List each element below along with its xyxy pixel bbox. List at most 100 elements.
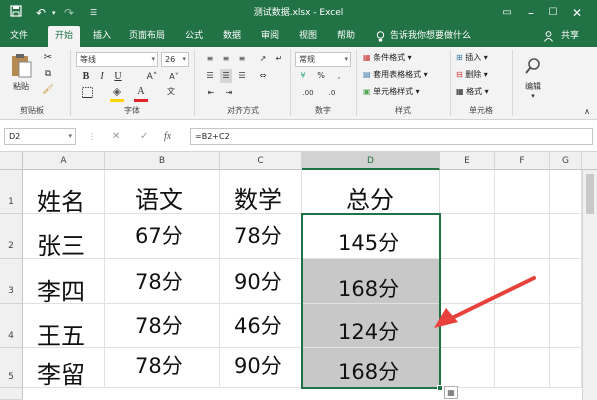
chevron-down-icon[interactable]: ▾ — [182, 53, 186, 66]
align-left-icon[interactable]: ☰ — [204, 69, 216, 83]
format-cells-button[interactable]: ▦ 格式 ▾ — [456, 85, 489, 99]
tab-page-layout[interactable]: 页面布局 — [124, 26, 170, 47]
copy-icon[interactable]: ⧉ — [42, 67, 54, 81]
cell-f2[interactable] — [495, 214, 550, 259]
column-header-c[interactable]: C — [220, 152, 302, 170]
chevron-down-icon[interactable]: ▾ — [151, 53, 155, 66]
cell-a2[interactable]: 张三 — [23, 214, 105, 260]
select-all-corner[interactable] — [0, 152, 23, 170]
font-size-combo[interactable]: 26 ▾ — [161, 52, 189, 67]
italic-button[interactable]: I — [96, 70, 108, 84]
bold-button[interactable]: B — [80, 70, 92, 84]
maximize-button[interactable]: ☐ — [542, 3, 564, 23]
center-icon[interactable]: ☰ — [220, 69, 232, 83]
cell-c3[interactable]: 90分 — [220, 259, 302, 304]
paste-button[interactable]: 粘贴 — [8, 53, 34, 92]
cell-a4[interactable]: 王五 — [23, 304, 105, 350]
cell-a3[interactable]: 李四 — [23, 259, 105, 306]
cell-d3[interactable]: 168分 — [302, 259, 440, 304]
cell-a1[interactable]: 姓名 — [23, 170, 105, 216]
currency-format-icon[interactable]: ¥ — [296, 69, 310, 83]
tell-me-search[interactable]: 告诉我你想要做什么 — [390, 26, 490, 47]
editing-button[interactable]: 编辑 ▾ — [518, 57, 548, 100]
column-header-e[interactable]: E — [440, 152, 495, 170]
cell-d2[interactable]: 145分 — [302, 214, 440, 259]
tab-help[interactable]: 帮助 — [332, 26, 360, 47]
top-align-icon[interactable]: ≡ — [204, 52, 216, 66]
borders-icon[interactable] — [80, 87, 94, 103]
cell-d4[interactable]: 124分 — [302, 304, 440, 348]
format-painter-icon[interactable]: 🖌 — [42, 83, 54, 97]
cell-styles-button[interactable]: ▣ 单元格样式 ▾ — [363, 85, 420, 99]
increase-indent-icon[interactable]: ⇥ — [222, 86, 236, 100]
cell-c5[interactable]: 90分 — [220, 348, 302, 388]
tab-view[interactable]: 视图 — [294, 26, 322, 47]
minimize-button[interactable]: – — [520, 3, 542, 23]
column-header-f[interactable]: F — [495, 152, 550, 170]
scrollbar-thumb[interactable] — [586, 174, 594, 214]
fill-handle[interactable] — [437, 385, 443, 391]
increase-decimal-icon[interactable]: .00 — [298, 86, 318, 100]
cell-b4[interactable]: 78分 — [105, 304, 220, 348]
tab-insert[interactable]: 插入 — [88, 26, 116, 47]
align-right-icon[interactable]: ☰ — [236, 69, 248, 83]
cell-e5[interactable] — [440, 348, 495, 388]
cell-g3[interactable] — [550, 259, 582, 304]
cell-b5[interactable]: 78分 — [105, 348, 220, 388]
delete-cells-button[interactable]: ⊟ 删除 ▾ — [456, 68, 488, 82]
row-header-4[interactable]: 4 — [0, 304, 23, 348]
tab-review[interactable]: 审阅 — [256, 26, 284, 47]
cell-f1[interactable] — [495, 170, 550, 214]
ribbon-display-options-icon[interactable]: ▭ — [496, 3, 518, 23]
cell-f5[interactable] — [495, 348, 550, 388]
cell-b3[interactable]: 78分 — [105, 259, 220, 304]
row-header-6[interactable] — [0, 388, 23, 400]
tab-file[interactable]: 文件 — [4, 26, 34, 47]
cell-d5[interactable]: 168分 — [302, 348, 440, 388]
fill-color-icon[interactable]: ◈ — [110, 85, 124, 99]
percent-style-icon[interactable]: % — [314, 69, 328, 83]
cell-c4[interactable]: 46分 — [220, 304, 302, 348]
merge-center-icon[interactable]: ⇔ — [256, 69, 270, 83]
cell-a5[interactable]: 李留 — [23, 348, 105, 389]
phonetic-guide-icon[interactable]: 文 — [164, 85, 178, 99]
close-button[interactable]: ✕ — [566, 3, 588, 23]
cell-c2[interactable]: 78分 — [220, 214, 302, 259]
font-name-combo[interactable]: 等线 ▾ — [76, 52, 158, 67]
bottom-align-icon[interactable]: ≡ — [236, 52, 248, 66]
orientation-icon[interactable]: ↗ — [256, 52, 270, 66]
decrease-indent-icon[interactable]: ⇤ — [204, 86, 218, 100]
underline-button[interactable]: U — [112, 70, 124, 84]
decrease-font-size-icon[interactable]: A˅ — [164, 70, 184, 84]
cell-g5[interactable] — [550, 348, 582, 388]
row-header-5[interactable]: 5 — [0, 348, 23, 388]
chevron-down-icon[interactable]: ▾ — [344, 53, 348, 66]
column-header-a[interactable]: A — [23, 152, 105, 170]
cancel-icon[interactable]: ✕ — [112, 128, 120, 145]
enter-check-icon[interactable]: ✓ — [140, 128, 148, 145]
cell-b2[interactable]: 67分 — [105, 214, 220, 259]
comma-style-icon[interactable]: , — [332, 69, 346, 83]
share-button[interactable]: 共享 — [557, 26, 583, 47]
cell-b1[interactable]: 语文 — [105, 170, 220, 214]
insert-cells-button[interactable]: ⊞ 插入 ▾ — [456, 51, 488, 65]
wrap-text-icon[interactable]: ↵ — [272, 52, 286, 66]
tab-formulas[interactable]: 公式 — [180, 26, 208, 47]
insert-function-icon[interactable]: fx — [164, 128, 171, 145]
decrease-decimal-icon[interactable]: .0 — [322, 86, 342, 100]
cell-g4[interactable] — [550, 304, 582, 348]
formula-input[interactable]: =B2+C2 — [190, 128, 593, 145]
cell-g2[interactable] — [550, 214, 582, 259]
conditional-formatting-button[interactable]: ▦ 条件格式 ▾ — [363, 51, 412, 65]
format-as-table-button[interactable]: ▤ 套用表格格式 ▾ — [363, 68, 428, 82]
collapse-ribbon-icon[interactable]: ∧ — [581, 105, 593, 119]
row-header-2[interactable]: 2 — [0, 214, 23, 259]
chevron-down-icon[interactable]: ▾ — [68, 129, 72, 144]
cell-g1[interactable] — [550, 170, 582, 214]
column-header-g[interactable]: G — [550, 152, 582, 170]
cell-d1[interactable]: 总分 — [302, 170, 440, 214]
tab-data[interactable]: 数据 — [218, 26, 246, 47]
column-header-d[interactable]: D — [302, 152, 440, 170]
font-color-icon[interactable]: A — [134, 85, 148, 99]
tab-home[interactable]: 开始 — [48, 26, 80, 47]
